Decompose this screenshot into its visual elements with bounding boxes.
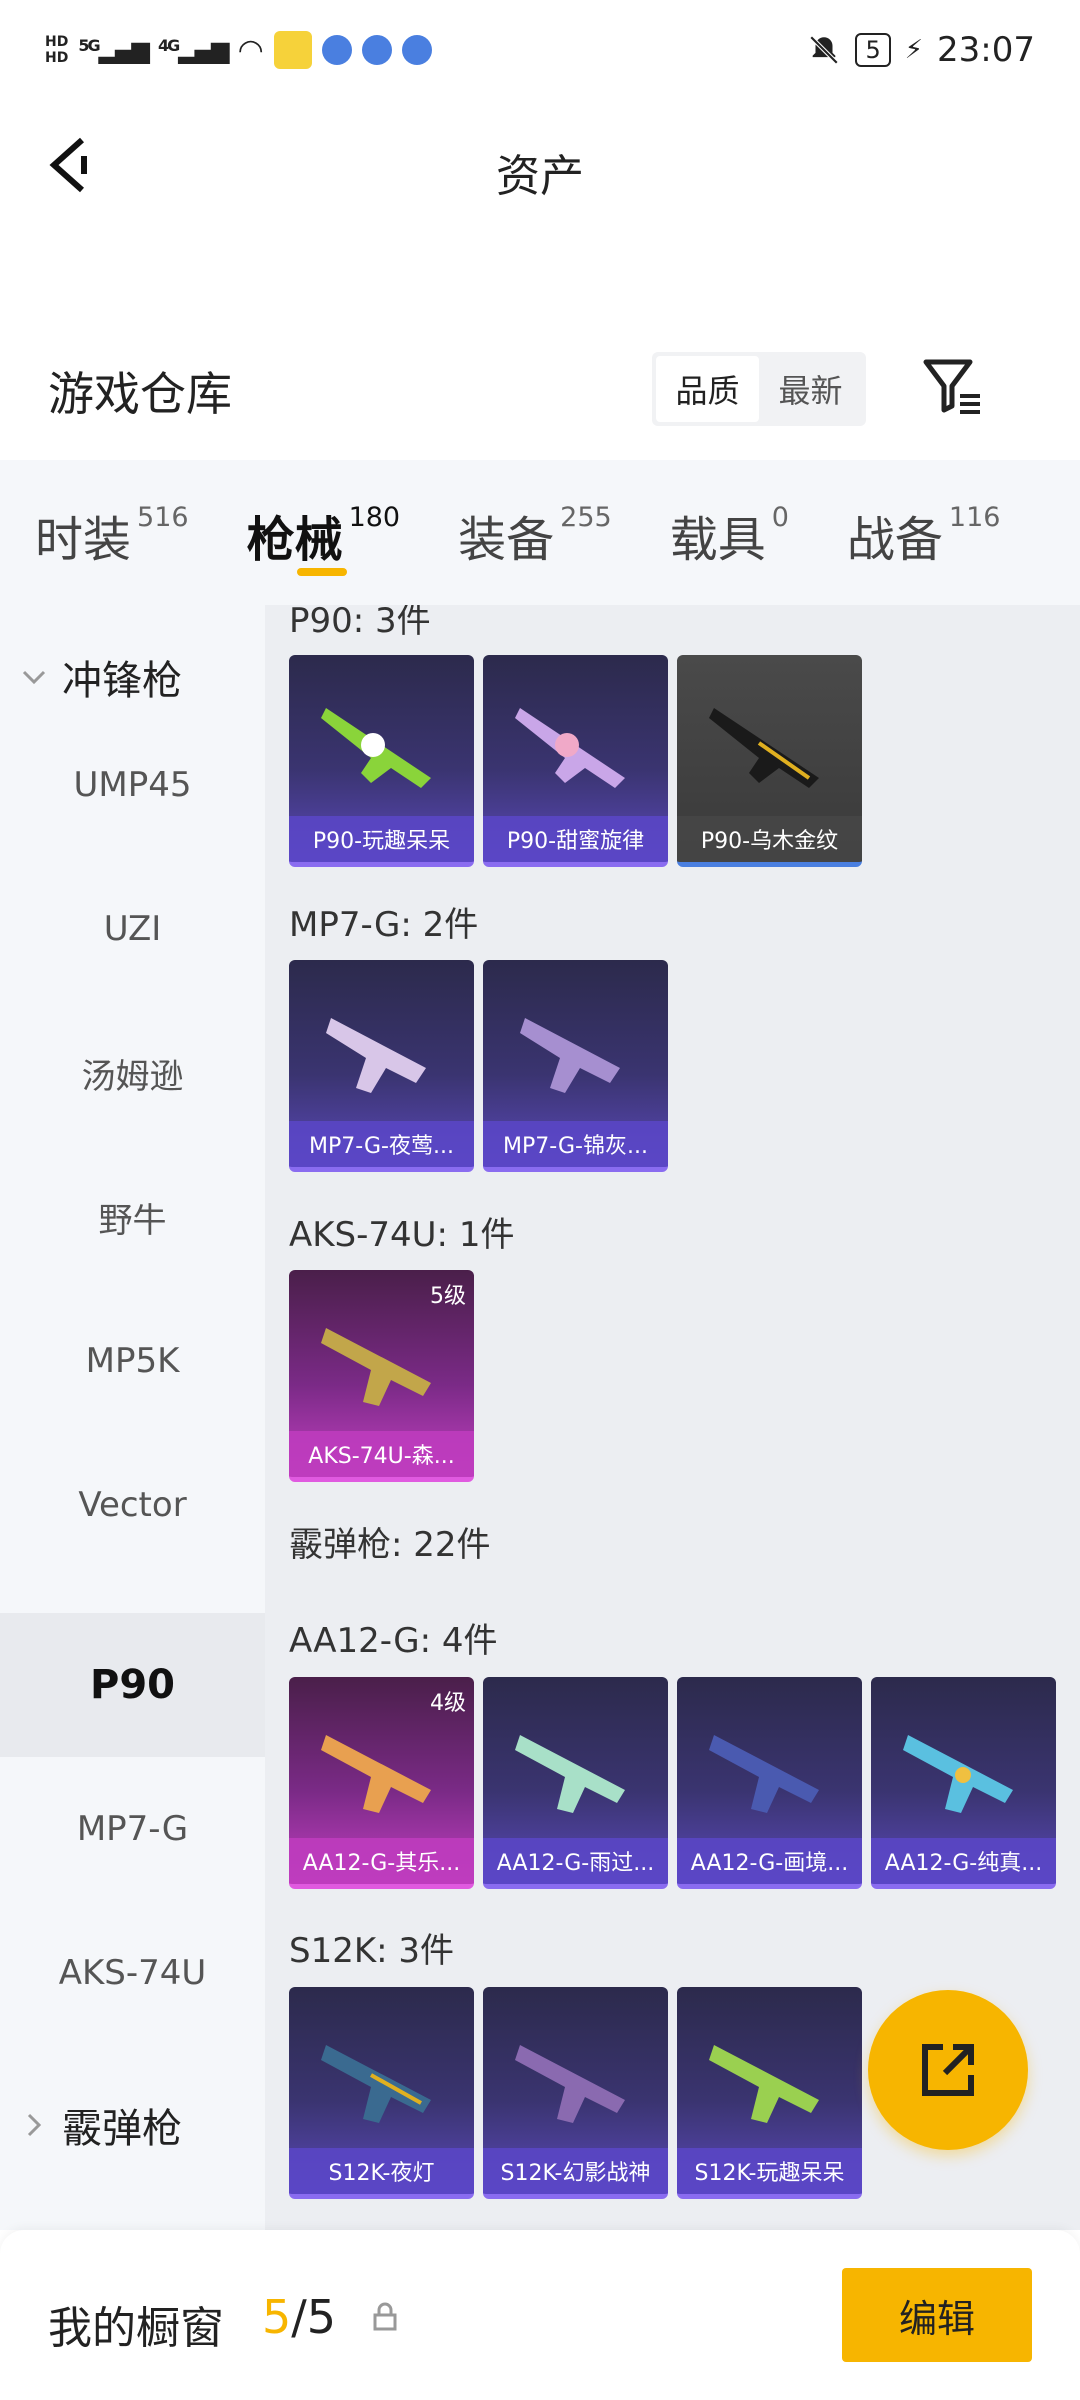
weapon-image — [321, 2045, 431, 2123]
weapon-image — [520, 1018, 620, 1093]
weapon-image — [515, 2045, 625, 2123]
weapon-image — [326, 1018, 426, 1093]
sidebar-item-thompson[interactable]: 汤姆逊 — [0, 1001, 265, 1145]
mute-bell-icon — [810, 35, 839, 65]
weapon-image — [709, 2045, 819, 2123]
weapon-card[interactable]: MP7-G-夜莺... — [289, 960, 474, 1172]
status-bar: HD HD 5G▂▄▆ 4G▂▄▆ ◠ 5 ⚡ 23:07 — [0, 0, 1080, 100]
sidebar-group-shotgun[interactable]: 霰弹枪 — [0, 2053, 265, 2197]
weapon-grid: P90: 3件 P90-玩趣呆呆 P90-甜蜜旋律 P90-乌木金纹 MP7-G… — [265, 605, 1080, 2230]
charging-icon: ⚡ — [904, 35, 924, 65]
notification-dot-icon — [401, 35, 432, 65]
sidebar-item-vector[interactable]: Vector — [0, 1433, 265, 1577]
app-header: 资产 — [0, 100, 1080, 235]
group-header-aks74u: AKS-74U: 1件 — [289, 1215, 515, 1255]
showcase-bar: 我的橱窗 5/5 编辑 — [0, 2230, 1080, 2400]
weapon-image — [321, 708, 431, 788]
sidebar-item-uzi[interactable]: UZI — [0, 857, 265, 1001]
sidebar-item-bizon[interactable]: 野牛 — [0, 1145, 265, 1289]
sort-quality-button[interactable]: 品质 — [656, 356, 759, 422]
weapon-image — [515, 1735, 625, 1813]
chevron-down-icon — [22, 670, 46, 685]
weapon-image — [515, 708, 625, 788]
sidebar-item-aks74u[interactable]: AKS-74U — [0, 1901, 265, 2045]
sidebar-item-mp7g[interactable]: MP7-G — [0, 1757, 265, 1901]
weapon-image — [321, 1735, 431, 1813]
notification-dot-icon — [321, 35, 352, 65]
weapon-image — [321, 1328, 431, 1406]
tab-fashion[interactable]: 时装 516 — [35, 460, 189, 605]
weapon-card[interactable]: AA12-G-雨过... — [483, 1677, 668, 1889]
weapon-image — [903, 1735, 1013, 1813]
group-header-p90: P90: 3件 — [289, 605, 431, 641]
weapon-card[interactable]: 4级 AA12-G-其乐... — [289, 1677, 474, 1889]
section-title: 游戏仓库 — [48, 367, 232, 421]
weapon-card[interactable]: P90-乌木金纹 — [677, 655, 862, 867]
tab-vehicles[interactable]: 载具 0 — [670, 460, 789, 605]
hd-indicator: HD HD — [45, 34, 69, 66]
weapon-card[interactable]: P90-玩趣呆呆 — [289, 655, 474, 867]
weapon-card[interactable]: AA12-G-纯真... — [871, 1677, 1056, 1889]
tab-equipment[interactable]: 装备 255 — [458, 460, 612, 605]
weapon-card[interactable]: AA12-G-画境... — [677, 1677, 862, 1889]
edit-button[interactable]: 编辑 — [842, 2268, 1032, 2362]
weapon-image — [709, 1735, 819, 1813]
group-header-s12k: S12K: 3件 — [289, 1931, 455, 1971]
weapon-sidebar: 冲锋枪 UMP45 UZI 汤姆逊 野牛 MP5K Vector P90 MP7… — [0, 605, 265, 2230]
share-button[interactable] — [868, 1990, 1028, 2150]
group-header-aa12g: AA12-G: 4件 — [289, 1621, 498, 1661]
signal-5g-icon: 5G▂▄▆ — [78, 36, 150, 64]
battery-icon: 5 — [855, 33, 891, 67]
sidebar-item-ump45[interactable]: UMP45 — [0, 713, 265, 857]
sidebar-item-mp5k[interactable]: MP5K — [0, 1289, 265, 1433]
page-title: 资产 — [496, 151, 584, 202]
group-header-shotgun: 霰弹枪: 22件 — [289, 1525, 491, 1565]
sort-newest-button[interactable]: 最新 — [759, 356, 862, 422]
notification-dot-icon — [361, 35, 392, 65]
share-export-icon — [922, 2044, 974, 2096]
warehouse-section-header: 游戏仓库 品质 最新 — [0, 330, 1080, 450]
lock-icon — [373, 2302, 397, 2331]
group-header-mp7g: MP7-G: 2件 — [289, 905, 479, 945]
chevron-right-icon — [27, 2113, 42, 2137]
weapon-card[interactable]: S12K-玩趣呆呆 — [677, 1987, 862, 2199]
tab-guns[interactable]: 枪械 180 — [247, 460, 400, 605]
weapon-card[interactable]: P90-甜蜜旋律 — [483, 655, 668, 867]
clock: 23:07 — [937, 30, 1035, 70]
sort-toggle: 品质 最新 — [652, 352, 866, 426]
active-tab-indicator — [296, 568, 347, 576]
weapon-card[interactable]: S12K-夜灯 — [289, 1987, 474, 2199]
app-notification-icon — [273, 31, 312, 69]
tab-supplies[interactable]: 战备 116 — [847, 460, 1001, 605]
wifi-icon: ◠ — [237, 32, 264, 68]
signal-4g-icon: 4G▂▄▆ — [157, 36, 230, 64]
showcase-count: 5/5 — [262, 2290, 337, 2344]
weapon-image — [709, 708, 819, 788]
category-tabs: 时装 516 枪械 180 装备 255 载具 0 战备 116 — [0, 460, 1080, 605]
weapon-card[interactable]: S12K-幻影战神 — [483, 1987, 668, 2199]
weapon-card[interactable]: 5级 AKS-74U-森... — [289, 1270, 474, 1482]
showcase-title: 我的橱窗 — [48, 2303, 224, 2354]
weapon-card[interactable]: MP7-G-锦灰... — [483, 960, 668, 1172]
sidebar-item-p90[interactable]: P90 — [0, 1613, 265, 1757]
filter-icon[interactable] — [920, 354, 984, 418]
